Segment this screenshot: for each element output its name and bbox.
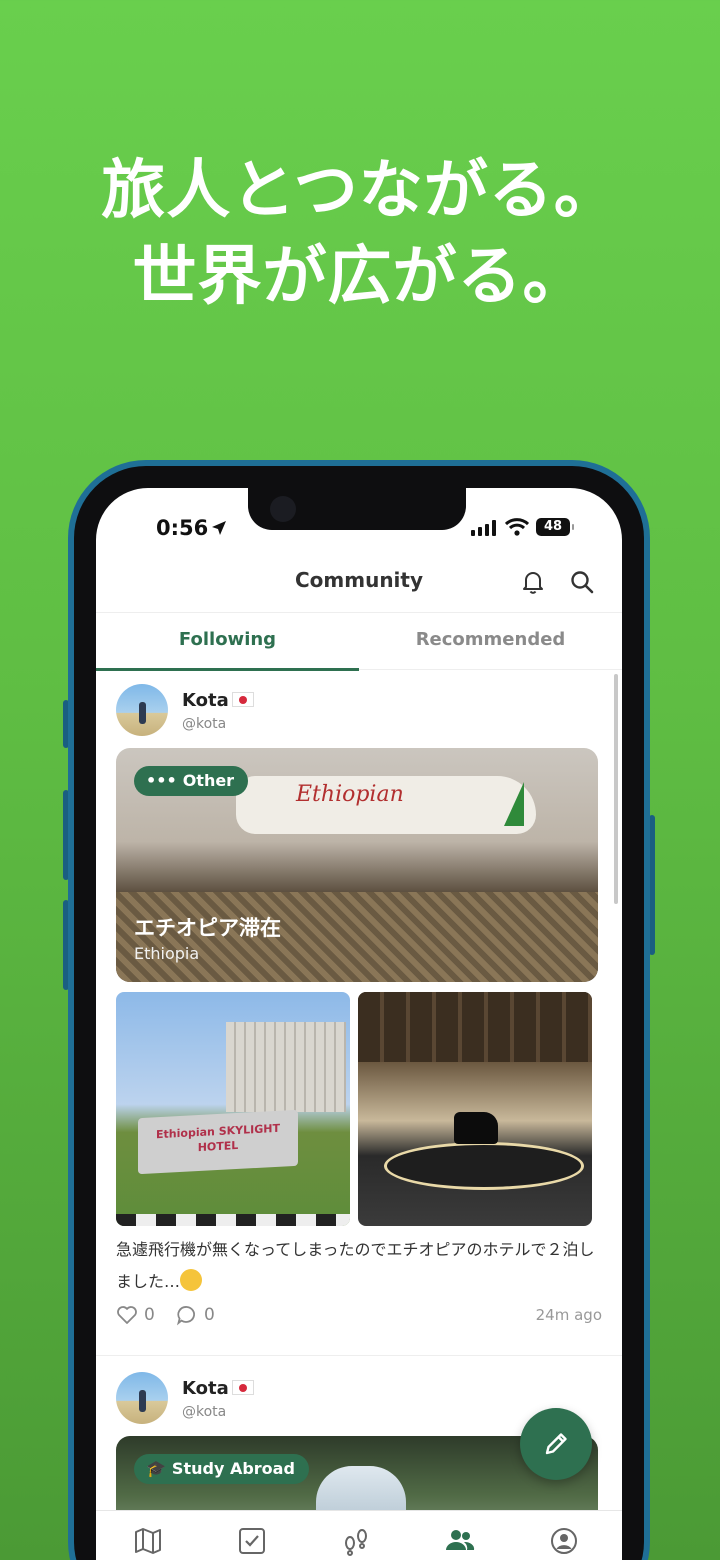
sweat-smile-emoji-icon <box>180 1269 203 1291</box>
heart-icon <box>117 1306 137 1324</box>
category-label: Other <box>182 771 235 790</box>
like-count: 0 <box>144 1305 155 1325</box>
wifi-icon <box>505 518 529 536</box>
category-label: Study Abroad <box>171 1459 295 1478</box>
community-icon <box>446 1530 475 1550</box>
hotel-sign: Ethiopian SKYLIGHT HOTEL <box>138 1109 298 1175</box>
post-divider <box>96 1355 622 1356</box>
post-photo-hotel-lobby[interactable] <box>358 992 592 1226</box>
hotel-building <box>226 1022 346 1112</box>
status-time: 0:56 <box>156 516 209 540</box>
nav-profile[interactable] <box>548 1525 580 1557</box>
nav-footprints[interactable] <box>340 1525 372 1557</box>
avatar[interactable] <box>116 1372 168 1424</box>
comment-icon <box>176 1306 195 1326</box>
bottom-nav <box>96 1510 622 1560</box>
camera-notch <box>248 488 466 530</box>
comment-count: 0 <box>204 1305 215 1325</box>
post-author[interactable]: Kota <box>182 690 254 711</box>
category-badge: ••• Other <box>134 766 249 796</box>
pencil-icon <box>545 1433 567 1455</box>
compose-post-button[interactable] <box>520 1408 592 1480</box>
search-icon[interactable] <box>570 570 594 594</box>
tab-recommended[interactable]: Recommended <box>359 613 622 671</box>
like-button[interactable]: 0 <box>116 1304 176 1328</box>
airplane-tail <box>504 782 524 826</box>
battery-indicator: 48 <box>536 518 574 536</box>
trip-card[interactable]: Ethiopian ••• Other エチオピア滞在 Ethiopia <box>116 748 598 982</box>
location-arrow-icon <box>212 521 226 535</box>
graduation-cap-icon: 🎓 <box>146 1459 166 1478</box>
post-text: 急遽飛行機が無くなってしまったのでエチオピアのホテルで２泊しました… <box>116 1234 598 1298</box>
lobby-stage <box>384 1142 584 1190</box>
feed-list[interactable]: Kota @kota Ethiopian ••• Other エチオピア滞在 Et… <box>96 670 622 1510</box>
app-screen: 0:56 48 Community Following Recommended … <box>96 488 622 1560</box>
post-handle: @kota <box>182 716 227 732</box>
nav-map[interactable] <box>132 1525 164 1557</box>
feed-tabs: Following Recommended <box>96 612 622 671</box>
scrollbar[interactable] <box>614 674 618 904</box>
avatar[interactable] <box>116 684 168 736</box>
profile-icon <box>551 1528 577 1554</box>
bell-icon[interactable] <box>521 569 545 595</box>
japan-flag-icon <box>231 692 254 707</box>
promo-headline-line1: 旅人とつながる。 <box>101 154 619 228</box>
post-author-name[interactable]: Kota <box>182 1378 229 1399</box>
footprints-icon <box>345 1529 367 1556</box>
top-bar: Community <box>96 548 622 612</box>
category-badge: 🎓 Study Abroad <box>134 1454 309 1484</box>
trip-title: エチオピア滞在 <box>134 916 281 940</box>
tab-following[interactable]: Following <box>96 613 359 671</box>
nav-community[interactable] <box>444 1525 476 1557</box>
airline-livery-text: Ethiopian <box>296 782 404 807</box>
trip-location: Ethiopia <box>134 944 200 963</box>
post-author[interactable]: Kota <box>182 1378 254 1399</box>
nav-checklist[interactable] <box>236 1525 268 1557</box>
japan-flag-icon <box>231 1380 254 1395</box>
post-handle: @kota <box>182 1404 227 1420</box>
comment-button[interactable]: 0 <box>176 1304 236 1328</box>
promo-headline-line2: 世界が広がる。 <box>132 240 588 314</box>
checklist-icon <box>239 1528 265 1554</box>
cellular-signal-icon <box>471 520 496 536</box>
waterfall-image <box>316 1466 406 1510</box>
post-photo-hotel-sign[interactable]: Ethiopian SKYLIGHT HOTEL <box>116 992 350 1226</box>
phone-frame: 0:56 48 Community Following Recommended … <box>68 460 650 1560</box>
more-dots-icon: ••• <box>146 771 177 790</box>
curb <box>116 1214 350 1226</box>
piano <box>454 1112 498 1144</box>
post-author-name[interactable]: Kota <box>182 690 229 711</box>
post-time-ago: 24m ago <box>535 1306 602 1324</box>
map-icon <box>135 1528 161 1554</box>
lobby-ceiling <box>358 992 592 1062</box>
